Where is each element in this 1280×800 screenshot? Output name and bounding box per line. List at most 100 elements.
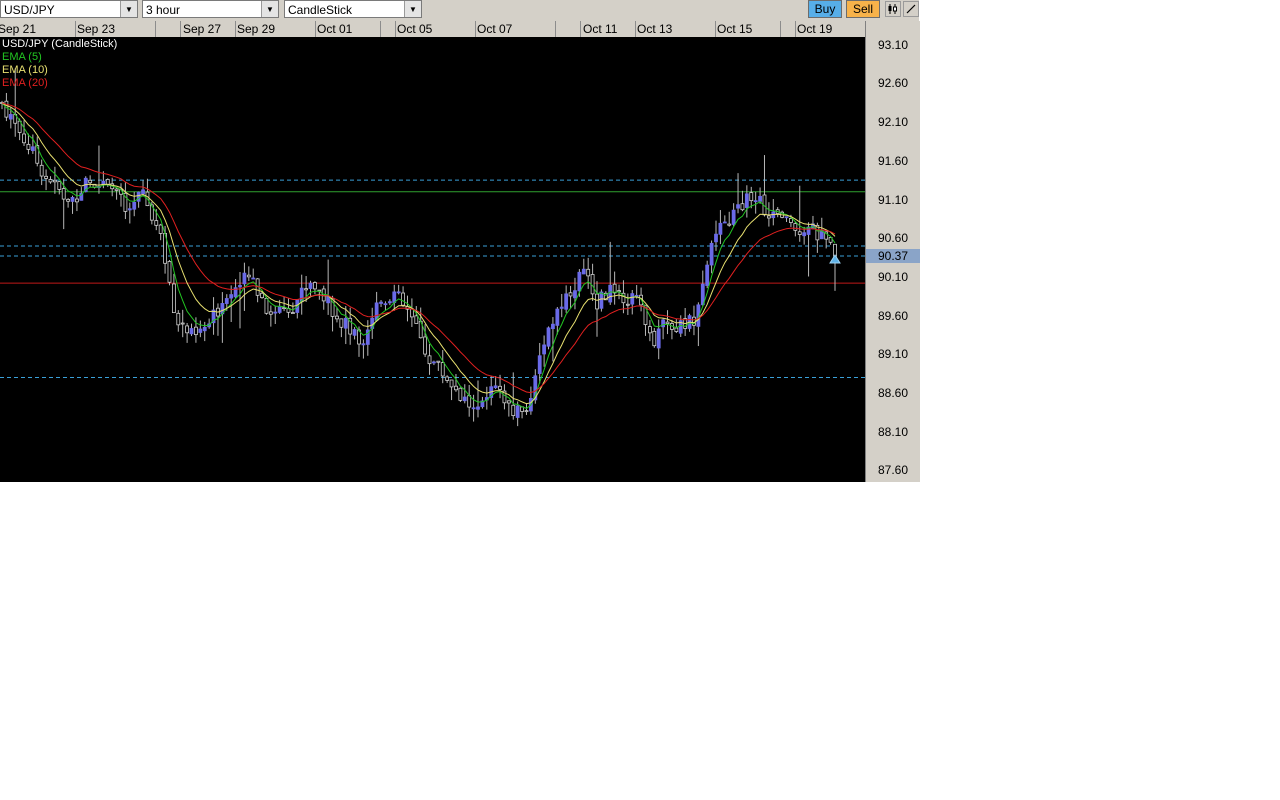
chevron-down-icon[interactable]: ▼ (261, 1, 278, 17)
date-separator (780, 21, 781, 37)
candle-body (158, 224, 163, 234)
chevron-down-icon[interactable]: ▼ (120, 1, 137, 17)
chevron-down-icon[interactable]: ▼ (404, 1, 421, 17)
timeframe-select[interactable]: 3 hour ▼ (142, 0, 279, 18)
candle-body (440, 362, 445, 377)
date-separator (315, 21, 316, 37)
candle-body (493, 385, 498, 389)
price-tick-label: 88.60 (878, 386, 909, 400)
chart-type-select[interactable]: CandleStick ▼ (284, 0, 422, 18)
candle-body (22, 133, 26, 144)
candle-body (401, 292, 405, 306)
candle-body (630, 293, 635, 305)
sell-button[interactable]: Sell (846, 0, 880, 18)
date-separator (235, 21, 236, 37)
candle-body (718, 222, 723, 235)
candle-body (242, 272, 247, 285)
candle-body (727, 223, 732, 226)
candle-body (198, 328, 203, 333)
candle-body (352, 329, 357, 336)
candle-body (551, 323, 555, 330)
candle-body (577, 271, 582, 292)
candle-body (61, 188, 66, 200)
candle-body (709, 242, 714, 266)
candle-body (387, 301, 392, 304)
legend-ema5: EMA (5) (2, 51, 42, 63)
candle-body (568, 292, 573, 297)
symbol-select[interactable]: USD/JPY ▼ (0, 0, 138, 18)
price-tick-label: 89.60 (878, 308, 909, 323)
candle-body (511, 404, 516, 417)
candle-body (656, 328, 661, 349)
candle-body (784, 216, 789, 219)
date-separator (555, 21, 556, 37)
price-tick-label: 91.10 (878, 192, 909, 207)
candle-body (581, 268, 586, 275)
candle-body (105, 179, 110, 185)
buy-button[interactable]: Buy (808, 0, 842, 18)
price-tick-label: 89.10 (878, 347, 909, 362)
candle-body (44, 175, 48, 179)
candle-body (251, 277, 256, 280)
legend-ema10: EMA (10) (2, 64, 48, 76)
candle-body (537, 355, 542, 374)
candle-body (555, 308, 560, 326)
price-tick-label: 90.10 (878, 269, 909, 284)
candle-body (661, 319, 666, 328)
date-tick-label: Sep 29 (237, 22, 276, 36)
candle-body (202, 326, 207, 332)
candle-body (224, 298, 229, 304)
chart-type-select-value: CandleStick (288, 3, 353, 17)
candle-body (454, 385, 458, 391)
candle-body (141, 189, 145, 195)
candlestick-tool-icon[interactable] (885, 1, 901, 17)
candle-body (423, 336, 428, 355)
candle-body (564, 293, 569, 310)
date-separator (395, 21, 396, 37)
candlestick-chart[interactable] (0, 37, 865, 482)
chart-plot-area[interactable]: USD/JPY (CandleStick) EMA (5) EMA (10) E… (0, 37, 865, 482)
candle-body (506, 400, 511, 404)
candle-body (48, 179, 53, 183)
candle-body (52, 179, 57, 183)
draw-line-tool-icon[interactable] (903, 1, 919, 17)
date-tick-label: Oct 05 (397, 22, 433, 36)
date-separator (580, 21, 581, 37)
candle-body (498, 385, 502, 390)
candle-body (573, 290, 577, 299)
price-tick-label: 88.10 (878, 424, 909, 439)
candle-body (185, 325, 190, 334)
candle-body (66, 198, 71, 202)
candle-body (264, 298, 269, 314)
candle-body (802, 232, 807, 237)
candle-body (758, 195, 762, 202)
chart-toolbar: USD/JPY ▼ 3 hour ▼ CandleStick ▼ Buy Sel… (0, 0, 919, 22)
price-tick-label: 87.60 (878, 463, 909, 478)
date-separator (155, 21, 156, 37)
candle-body (515, 405, 520, 418)
candle-body (26, 143, 31, 150)
price-tick-label: 91.60 (878, 153, 909, 168)
candle-body (189, 328, 194, 335)
candle-body (467, 395, 472, 408)
candle-body (39, 164, 44, 177)
candle-body (313, 282, 317, 290)
candle-body (595, 293, 599, 310)
candle-body (665, 321, 670, 324)
candle-body (308, 282, 313, 289)
candle-body (612, 283, 617, 294)
date-tick-label: Oct 01 (317, 22, 353, 36)
date-tick-label: Sep 21 (0, 22, 37, 36)
candle-body (559, 306, 564, 309)
date-tick-label: Sep 27 (183, 22, 222, 36)
candle-body (524, 410, 529, 413)
candle-body (167, 261, 172, 283)
candle-body (290, 312, 295, 314)
current-price-badge: 90.37 (866, 249, 920, 264)
candle-body (75, 198, 79, 203)
candle-body (462, 396, 467, 402)
timeframe-select-value: 3 hour (146, 3, 181, 17)
date-tick-label: Oct 11 (583, 22, 618, 36)
candle-body (608, 284, 613, 303)
candle-body (304, 288, 309, 291)
